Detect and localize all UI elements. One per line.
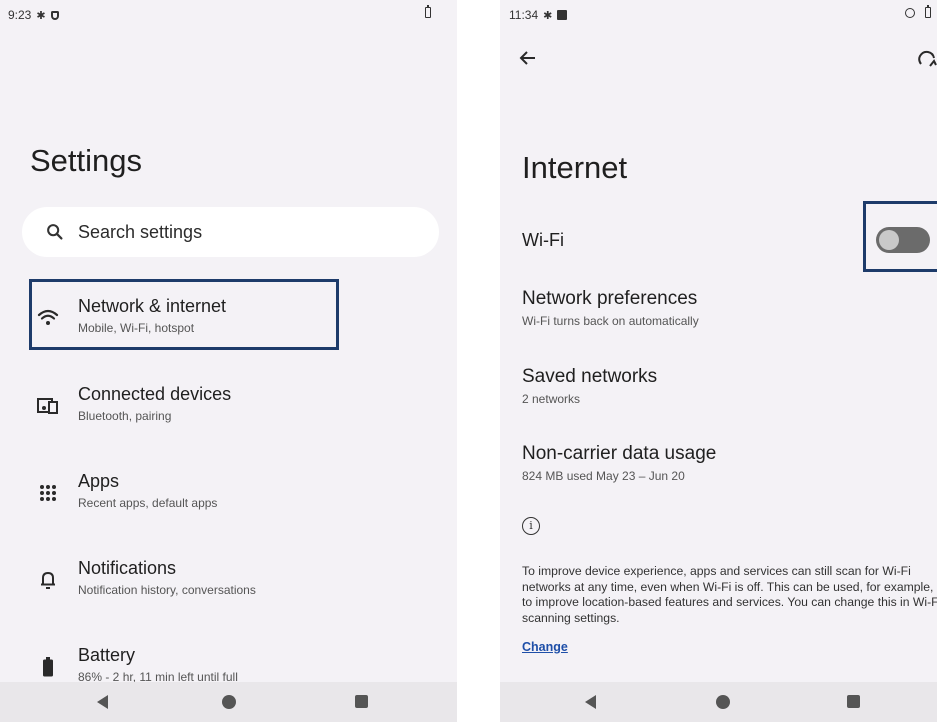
internet-screen: 11:34 ✱ Internet Wi-Fi Network preferenc… — [500, 0, 937, 722]
notification-square-icon — [557, 10, 568, 20]
battery-icon — [36, 655, 60, 679]
item-title: Network preferences — [522, 288, 698, 309]
alarm-icon — [905, 8, 915, 18]
search-placeholder: Search settings — [78, 221, 203, 242]
search-icon — [47, 224, 63, 240]
settings-item-subtitle: Notification history, conversations — [78, 583, 256, 597]
back-nav-icon[interactable] — [585, 695, 596, 709]
settings-item-title: Battery — [78, 645, 136, 665]
settings-item-title: Notifications — [78, 558, 177, 578]
info-icon: i — [522, 517, 540, 535]
settings-item-connected-devices[interactable]: Connected devices Bluetooth, pairing — [0, 376, 457, 436]
wifi-row[interactable]: Wi-Fi — [522, 230, 564, 251]
navigation-bar — [500, 682, 937, 722]
apps-grid-icon — [36, 481, 60, 505]
back-nav-icon[interactable] — [97, 695, 108, 709]
network-reset-icon[interactable] — [917, 50, 937, 68]
navigation-bar — [0, 682, 457, 722]
settings-item-subtitle: Bluetooth, pairing — [78, 409, 172, 423]
status-time: 9:23 — [8, 8, 32, 22]
highlight-box-network — [29, 279, 339, 350]
settings-item-apps[interactable]: Apps Recent apps, default apps — [0, 463, 457, 523]
gear-icon: ✱ — [543, 9, 553, 22]
item-subtitle: Wi-Fi turns back on automatically — [522, 314, 699, 328]
item-title: Saved networks — [522, 366, 658, 387]
page-title: Internet — [522, 150, 628, 185]
settings-item-title: Connected devices — [78, 384, 232, 404]
wifi-label: Wi-Fi — [522, 230, 564, 250]
gear-icon: ✱ — [36, 9, 46, 22]
highlight-box-wifi-toggle — [863, 201, 937, 272]
status-bar: 11:34 ✱ — [509, 8, 568, 22]
home-nav-icon[interactable] — [716, 695, 730, 709]
battery-status-icon — [925, 5, 931, 18]
item-subtitle: 824 MB used May 23 – Jun 20 — [522, 469, 685, 483]
recents-nav-icon[interactable] — [847, 695, 860, 708]
home-nav-icon[interactable] — [222, 695, 236, 709]
shield-icon — [50, 10, 59, 20]
back-arrow-icon[interactable] — [519, 50, 537, 66]
status-bar: 9:23 ✱ — [8, 8, 59, 22]
network-preferences-item[interactable]: Network preferences Wi-Fi turns back on … — [522, 288, 699, 328]
battery-status-icon — [425, 5, 431, 18]
wifi-scanning-info-text: To improve device experience, apps and s… — [522, 564, 937, 625]
settings-item-title: Apps — [78, 471, 120, 491]
item-subtitle: 2 networks — [522, 392, 581, 406]
devices-icon — [36, 394, 60, 418]
settings-screen: 9:23 ✱ Settings Search settings Network … — [0, 0, 457, 722]
settings-item-notifications[interactable]: Notifications Notification history, conv… — [0, 550, 457, 610]
recents-nav-icon[interactable] — [355, 695, 368, 708]
settings-item-subtitle: Recent apps, default apps — [78, 496, 218, 510]
page-title: Settings — [30, 143, 143, 178]
saved-networks-item[interactable]: Saved networks 2 networks — [522, 366, 657, 406]
search-bar[interactable]: Search settings — [22, 207, 439, 257]
bell-icon — [36, 568, 60, 592]
item-title: Non-carrier data usage — [522, 443, 717, 464]
change-link[interactable]: Change — [522, 640, 568, 654]
non-carrier-data-usage-item[interactable]: Non-carrier data usage 824 MB used May 2… — [522, 443, 716, 483]
status-time: 11:34 — [509, 8, 539, 22]
